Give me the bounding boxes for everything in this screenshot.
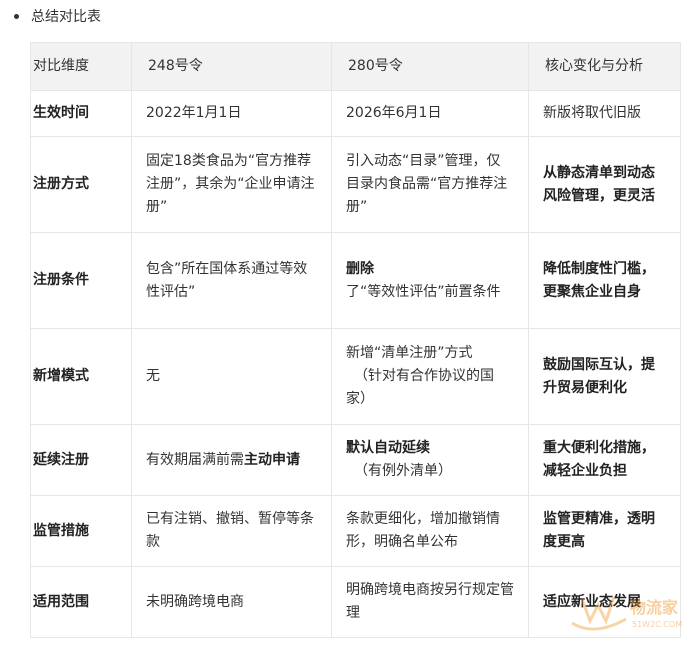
row-dimension: 延续注册 bbox=[30, 424, 132, 496]
table-row: 生效时间 2022年1月1日 2026年6月1日 新版将取代旧版 bbox=[30, 90, 681, 137]
table-row: 注册方式 固定18类食品为“官方推荐注册”，其余为“企业申请注册” 引入动态“目… bbox=[30, 136, 681, 233]
table-row: 监管措施 已有注销、撤销、暂停等条款 条款更细化，增加撤销情形，明确名单公布 监… bbox=[30, 495, 681, 567]
row-dimension: 生效时间 bbox=[30, 90, 132, 137]
row-dimension: 适用范围 bbox=[30, 566, 132, 638]
table-row: 延续注册 有效期届满前需主动申请 默认自动延续 （有例外清单） 重大便利化措施，… bbox=[30, 424, 681, 496]
row-analysis: 监管更精准，透明度更高 bbox=[528, 495, 681, 567]
row-analysis: 重大便利化措施，减轻企业负担 bbox=[528, 424, 681, 496]
comparison-table-wrapper: 对比维度 248号令 280号令 核心变化与分析 生效时间 2022年1月1日 … bbox=[30, 42, 681, 638]
row-280: 明确跨境电商按另行规定管理 bbox=[331, 566, 529, 638]
header-280: 280号令 bbox=[331, 42, 529, 91]
row-dimension: 注册条件 bbox=[30, 232, 132, 329]
row-280-bold-text: 默认自动延续 bbox=[346, 440, 430, 456]
row-analysis: 从静态清单到动态风险管理，更灵活 bbox=[528, 136, 681, 233]
row-248: 已有注销、撤销、暂停等条款 bbox=[131, 495, 332, 567]
row-dimension: 注册方式 bbox=[30, 136, 132, 233]
table-row: 新增模式 无 新增“清单注册”方式 （针对有合作协议的国家） 鼓励国际互认，提升… bbox=[30, 328, 681, 425]
row-280-note: （有例外清单） bbox=[354, 463, 452, 479]
row-280: 默认自动延续 （有例外清单） bbox=[331, 424, 529, 496]
row-248: 固定18类食品为“官方推荐注册”，其余为“企业申请注册” bbox=[131, 136, 332, 233]
row-248: 包含”所在国体系通过等效性评估” bbox=[131, 232, 332, 329]
row-dimension: 监管措施 bbox=[30, 495, 132, 567]
comparison-table: 对比维度 248号令 280号令 核心变化与分析 生效时间 2022年1月1日 … bbox=[30, 42, 681, 638]
row-280: 新增“清单注册”方式 （针对有合作协议的国家） bbox=[331, 328, 529, 425]
summary-heading-text: 总结对比表 bbox=[31, 9, 101, 25]
table-row: 注册条件 包含”所在国体系通过等效性评估” 删除 了“等效性评估”前置条件 降低… bbox=[30, 232, 681, 329]
row-280: 删除 了“等效性评估”前置条件 bbox=[331, 232, 529, 329]
row-280-text: 新增“清单注册”方式 bbox=[346, 345, 473, 361]
table-header-row: 对比维度 248号令 280号令 核心变化与分析 bbox=[30, 42, 681, 91]
header-dimension: 对比维度 bbox=[30, 42, 132, 91]
row-248: 未明确跨境电商 bbox=[131, 566, 332, 638]
row-248: 无 bbox=[131, 328, 332, 425]
row-280: 2026年6月1日 bbox=[331, 90, 529, 137]
row-248-bold-text: 主动申请 bbox=[244, 451, 300, 468]
row-248-text: 有效期届满前需 bbox=[146, 451, 244, 468]
row-analysis: 新版将取代旧版 bbox=[528, 90, 681, 137]
row-analysis: 降低制度性门槛，更聚焦企业自身 bbox=[528, 232, 681, 329]
row-280-text: 了“等效性评估”前置条件 bbox=[346, 283, 501, 300]
row-280: 条款更细化，增加撤销情形，明确名单公布 bbox=[331, 495, 529, 567]
row-280: 引入动态“目录”管理，仅目录内食品需“官方推荐注册” bbox=[331, 136, 529, 233]
row-248: 有效期届满前需主动申请 bbox=[131, 424, 332, 496]
row-248: 2022年1月1日 bbox=[131, 90, 332, 137]
bullet-icon bbox=[14, 13, 19, 19]
header-analysis: 核心变化与分析 bbox=[528, 42, 681, 91]
row-analysis: 鼓励国际互认，提升贸易便利化 bbox=[528, 328, 681, 425]
summary-heading: 总结对比表 bbox=[14, 6, 101, 26]
header-248: 248号令 bbox=[131, 42, 332, 91]
row-analysis: 适应新业态发展 bbox=[528, 566, 681, 638]
row-280-note: （针对有合作协议的国家） bbox=[346, 368, 494, 407]
row-dimension: 新增模式 bbox=[30, 328, 132, 425]
table-row: 适用范围 未明确跨境电商 明确跨境电商按另行规定管理 适应新业态发展 bbox=[30, 566, 681, 638]
row-280-bold-text: 删除 bbox=[346, 260, 374, 277]
